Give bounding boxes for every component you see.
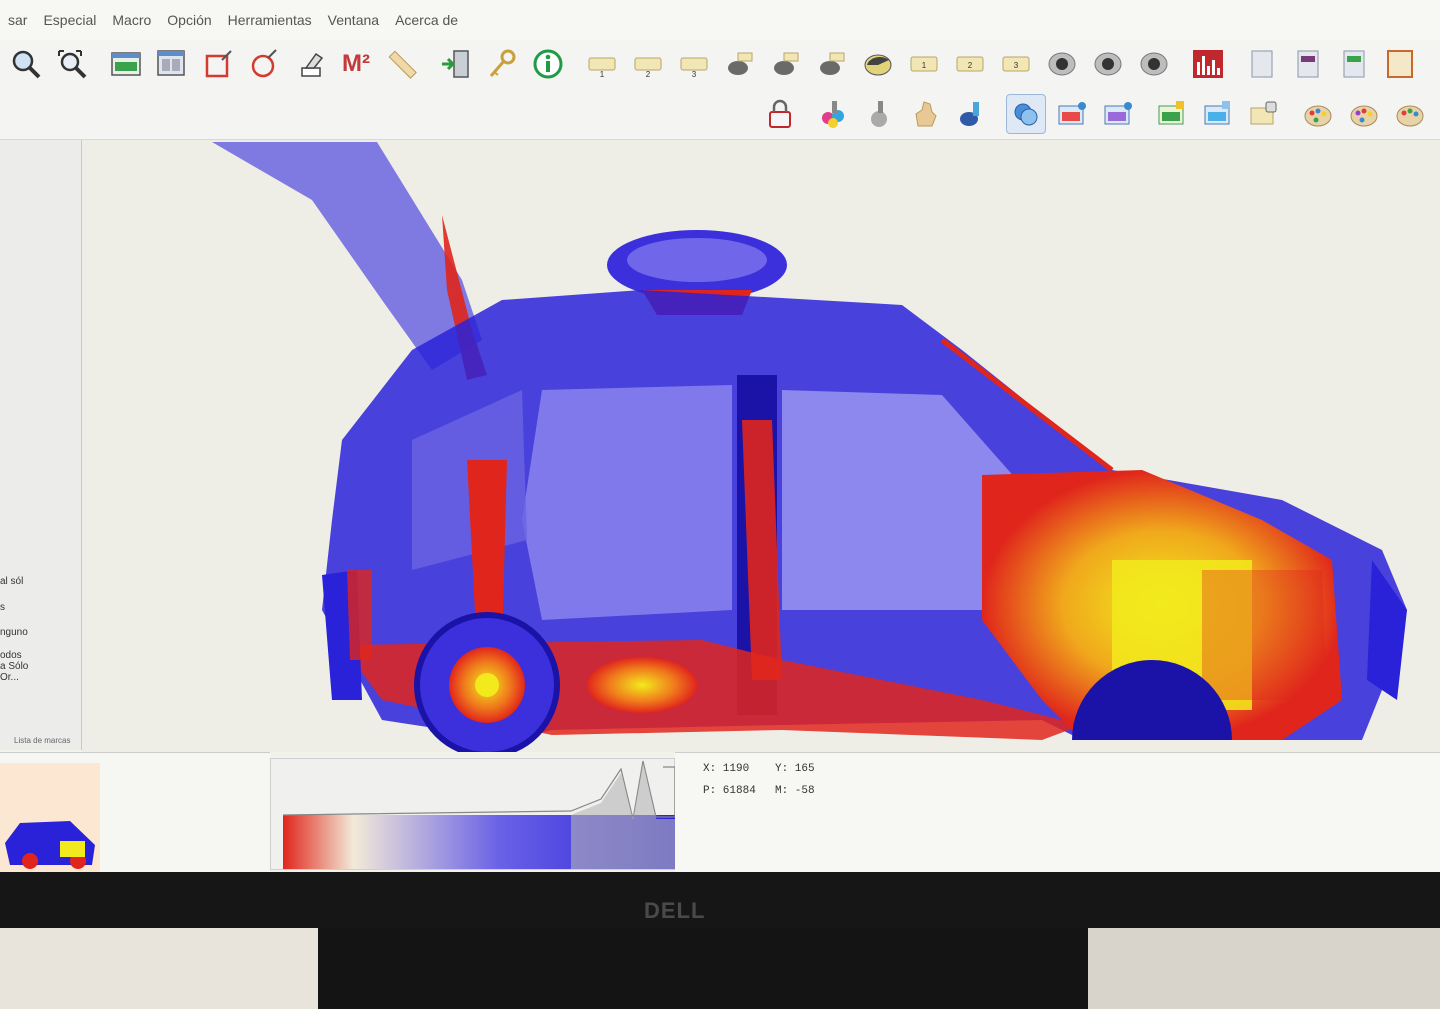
- svg-text:1: 1: [922, 61, 927, 70]
- mode-2-icon[interactable]: [1088, 44, 1128, 84]
- desk-surface: [0, 928, 318, 1009]
- area-m2-label: M²: [342, 50, 370, 77]
- marks-option-2[interactable]: s: [0, 602, 5, 613]
- multi-window-icon[interactable]: [152, 44, 192, 84]
- svg-text:1: 1: [600, 70, 605, 79]
- svg-text:3: 3: [1014, 61, 1019, 70]
- rectangle-select-icon[interactable]: [198, 44, 238, 84]
- thumbnail-panel: [0, 752, 270, 882]
- lock-icon[interactable]: [760, 94, 800, 134]
- histogram-graph: [282, 760, 676, 869]
- marks-panel: al sól s nguno odos a Sólo Or... Lista d…: [0, 140, 82, 750]
- filter-1-icon[interactable]: 1: [582, 44, 622, 84]
- mode-1-icon[interactable]: [1042, 44, 1082, 84]
- monitor-brand-logo: DELL: [644, 898, 706, 923]
- edge-1-icon[interactable]: [720, 44, 760, 84]
- marks-option-1[interactable]: al sól: [0, 576, 23, 587]
- menu-item-acerca-de[interactable]: Acerca de: [387, 12, 466, 28]
- image-lock-icon[interactable]: [1244, 94, 1284, 134]
- organic-icon[interactable]: [952, 94, 992, 134]
- marks-option-5[interactable]: a Sólo: [0, 661, 28, 672]
- gray-tool-icon[interactable]: [860, 94, 900, 134]
- edge-2-icon[interactable]: [766, 44, 806, 84]
- y-coordinate: Y: 165: [775, 763, 815, 775]
- toolbar-image: [0, 88, 1440, 140]
- zoom-fit-icon[interactable]: [52, 44, 92, 84]
- histogram-icon[interactable]: [1188, 44, 1228, 84]
- level-1-icon[interactable]: 1: [904, 44, 944, 84]
- edge-3-icon[interactable]: [812, 44, 852, 84]
- menu-item-herramientas[interactable]: Herramientas: [220, 12, 320, 28]
- filter-2-icon[interactable]: 2: [628, 44, 668, 84]
- filter-3-icon[interactable]: 3: [674, 44, 714, 84]
- palette-3-icon[interactable]: [1390, 94, 1430, 134]
- marks-tab-label: Lista de marcas: [14, 736, 71, 745]
- xray-image-view[interactable]: [82, 140, 1440, 752]
- marks-option-6[interactable]: Or...: [0, 672, 19, 683]
- image-view-2-icon[interactable]: [1098, 94, 1138, 134]
- xray-vehicle-image: [212, 142, 1407, 752]
- monitor-stand: [318, 928, 1088, 1009]
- page-icon[interactable]: [1242, 44, 1282, 84]
- menu-bar: sar Especial Macro Opción Herramientas V…: [0, 0, 1440, 40]
- toolbar-main: M² 1 2 3 1 2 3: [0, 40, 1440, 88]
- marks-option-4[interactable]: odos: [0, 650, 22, 661]
- level-2-icon[interactable]: 2: [950, 44, 990, 84]
- monitor-bezel: [0, 872, 1440, 928]
- zoom-in-icon[interactable]: [6, 44, 46, 84]
- ruler-icon[interactable]: [382, 44, 422, 84]
- pseudo-color-icon[interactable]: [1006, 93, 1046, 134]
- menu-item-macro[interactable]: Macro: [104, 12, 159, 28]
- coordinate-readout: X: 1190 Y: 165 P: 61884 M: -58: [675, 752, 1440, 882]
- menu-item-especial[interactable]: Especial: [35, 12, 104, 28]
- palette-color-icon[interactable]: [814, 94, 854, 134]
- marks-tab[interactable]: Lista de marcas: [0, 736, 82, 750]
- contrast-icon[interactable]: [858, 44, 898, 84]
- window-icon[interactable]: [106, 44, 146, 84]
- flag-icon[interactable]: [1288, 44, 1328, 84]
- m-value: M: -58: [775, 785, 815, 797]
- info-icon[interactable]: [528, 44, 568, 84]
- area-m2-icon[interactable]: M²: [336, 44, 376, 84]
- hand-tool-icon[interactable]: [906, 94, 946, 134]
- mode-3-icon[interactable]: [1134, 44, 1174, 84]
- menu-item-usar[interactable]: sar: [0, 12, 35, 28]
- palette-1-icon[interactable]: [1298, 94, 1338, 134]
- exit-door-icon[interactable]: [436, 44, 476, 84]
- panel-icon[interactable]: [1380, 44, 1420, 84]
- palette-2-icon[interactable]: [1344, 94, 1384, 134]
- svg-text:2: 2: [968, 61, 973, 70]
- histogram-panel[interactable]: [270, 758, 676, 870]
- marks-option-3[interactable]: nguno: [0, 627, 28, 638]
- menu-item-ventana[interactable]: Ventana: [320, 12, 387, 28]
- app-window: sar Especial Macro Opción Herramientas V…: [0, 0, 1440, 882]
- x-coordinate: X: 1190: [703, 763, 750, 775]
- svg-text:2: 2: [646, 70, 651, 79]
- image-view-1-icon[interactable]: [1052, 94, 1092, 134]
- menu-item-opcion[interactable]: Opción: [159, 12, 219, 28]
- eraser-icon[interactable]: [290, 44, 330, 84]
- key-icon[interactable]: [482, 44, 522, 84]
- flag-green-icon[interactable]: [1334, 44, 1374, 84]
- desk-surface-right: [1088, 928, 1440, 1009]
- svg-text:3: 3: [692, 70, 697, 79]
- thumbnail-image[interactable]: [0, 763, 100, 873]
- pixel-value: P: 61884: [703, 785, 756, 797]
- circle-select-icon[interactable]: [244, 44, 284, 84]
- image-view-3-icon[interactable]: [1152, 94, 1192, 134]
- level-3-icon[interactable]: 3: [996, 44, 1036, 84]
- image-view-4-icon[interactable]: [1198, 94, 1238, 134]
